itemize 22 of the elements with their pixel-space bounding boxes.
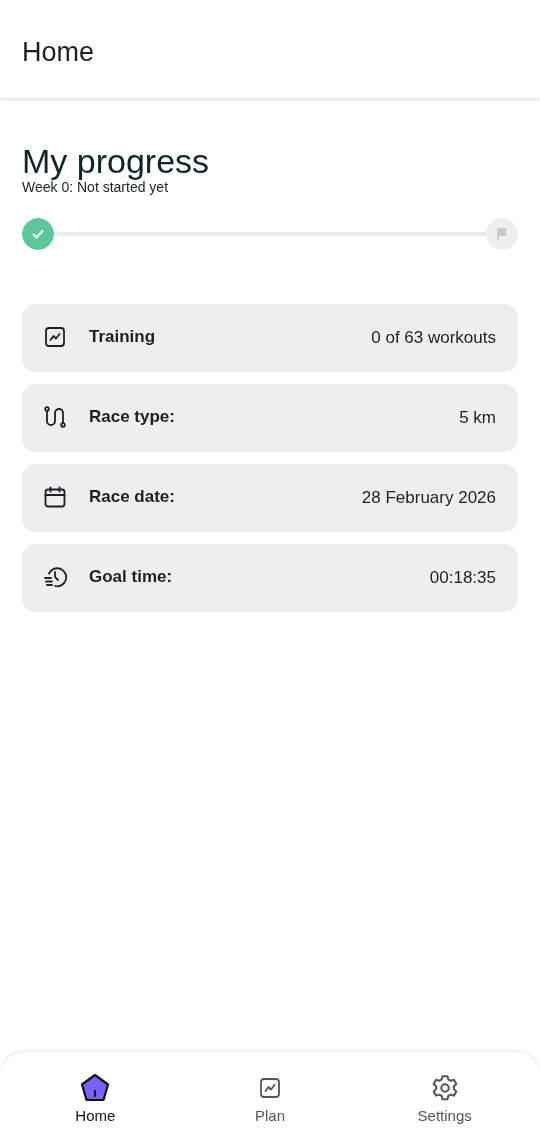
nav-tab[interactable]: Plan xyxy=(182,1052,358,1147)
progress-subtitle: Week 0: Not started yet xyxy=(22,179,169,195)
card-label: Race date: xyxy=(89,486,176,507)
card-label: Training xyxy=(89,326,157,347)
nav-tab[interactable]: Home xyxy=(8,1052,183,1147)
route-icon xyxy=(43,405,67,429)
home-icon xyxy=(79,1072,112,1104)
info-card[interactable]: Training 0 of 63 workouts xyxy=(22,304,518,372)
calendar-icon xyxy=(43,485,67,509)
card-value: 28 February 2026 xyxy=(361,488,496,508)
card-label: Race type: xyxy=(89,406,176,427)
page-title: Home xyxy=(22,37,95,68)
info-card[interactable]: Goal time: 00:18:35 xyxy=(22,544,518,612)
nav-tab[interactable]: Settings xyxy=(357,1052,532,1147)
info-card[interactable]: Race date: 28 February 2026 xyxy=(22,464,518,532)
chart-icon xyxy=(43,325,67,349)
card-value: 0 of 63 workouts xyxy=(371,328,496,348)
card-value: 5 km xyxy=(459,408,496,428)
clock-icon xyxy=(43,565,67,589)
info-card[interactable]: Race type: 5 km xyxy=(22,384,518,452)
card-label: Goal time: xyxy=(89,566,174,587)
card-value: 00:18:35 xyxy=(429,568,496,588)
